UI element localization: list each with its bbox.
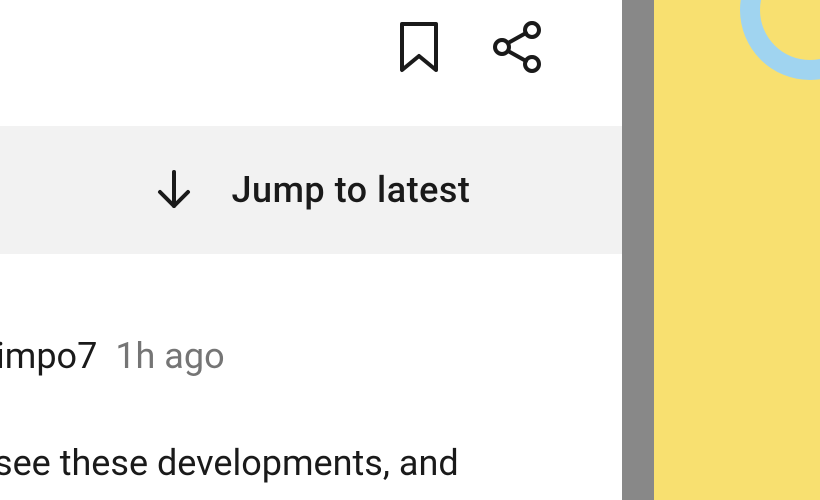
decorative-circle xyxy=(740,0,820,80)
bookmark-button[interactable] xyxy=(398,20,440,74)
content-pane: Jump to latest impo7 1h ago see these de… xyxy=(0,0,622,500)
post-body-snippet: see these developments, and xyxy=(0,440,459,487)
bookmark-icon xyxy=(398,20,440,74)
divider-gap xyxy=(622,0,654,500)
share-icon xyxy=(490,20,544,74)
post-username[interactable]: impo7 xyxy=(0,335,97,377)
arrow-down-icon xyxy=(152,168,196,212)
adjacent-panel xyxy=(654,0,820,500)
post-timestamp: 1h ago xyxy=(115,335,224,377)
jump-to-latest-bar[interactable]: Jump to latest xyxy=(0,126,622,254)
top-action-bar xyxy=(398,20,544,74)
share-button[interactable] xyxy=(490,20,544,74)
jump-to-latest-label: Jump to latest xyxy=(232,169,471,211)
post-meta: impo7 1h ago xyxy=(0,335,225,377)
